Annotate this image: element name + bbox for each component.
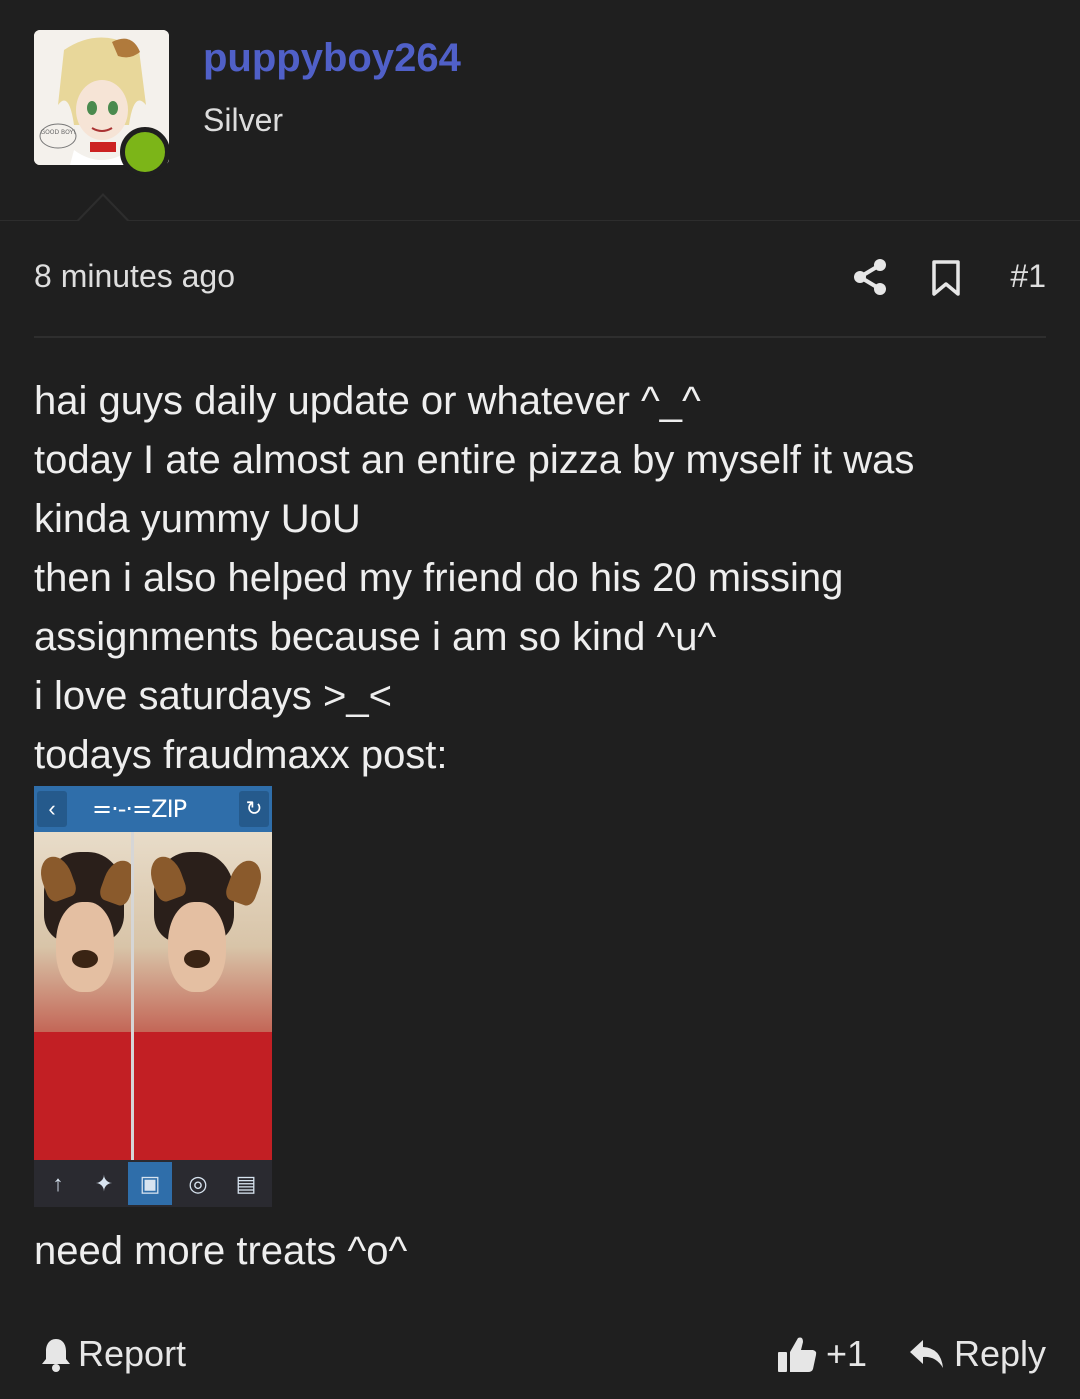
avatar[interactable]: GOOD BOY! (34, 30, 170, 177)
reply-icon (909, 1340, 943, 1368)
post-closing-line: need more treats ^o^ (34, 1229, 408, 1273)
online-status-dot (120, 127, 170, 177)
post-line: todays fraudmaxx post: (34, 733, 448, 777)
share-icon[interactable] (852, 258, 888, 296)
post-line: hai guys daily update or whatever ^_^ (34, 379, 701, 423)
header-pointer-inner (78, 196, 128, 222)
reply-button[interactable]: Reply (908, 1330, 1046, 1378)
attachment-title: =·-·=ZIP (92, 795, 187, 823)
bookmark-icon[interactable] (930, 260, 962, 296)
post-actions: Report +1 Reply (34, 1326, 1046, 1382)
attachment-topbar: ‹ =·-·=ZIP ↻ (34, 786, 272, 832)
attachment-photo (34, 832, 131, 1160)
post-body: hai guys daily update or whatever ^_^ to… (34, 372, 1046, 785)
svg-text:GOOD BOY!: GOOD BOY! (40, 129, 75, 136)
attachment-tabbar: ↑ ✦ ▣ ◎ ▤ (34, 1160, 272, 1207)
like-count: +1 (826, 1333, 868, 1374)
bell-icon (42, 1339, 70, 1372)
post-timestamp[interactable]: 8 minutes ago (34, 258, 235, 295)
search-icon: ◎ (188, 1171, 208, 1196)
thumbs-up-icon (778, 1337, 817, 1372)
meta-divider (34, 336, 1046, 338)
news-icon: ▤ (235, 1171, 257, 1196)
back-arrow-icon: ‹ (37, 791, 67, 827)
post-line: assignments because i am so kind ^u^ (34, 615, 717, 659)
reply-label: Reply (953, 1333, 1046, 1374)
post-line: then i also helped my friend do his 20 m… (34, 556, 844, 600)
post-meta-bar: 8 minutes ago #1 (34, 258, 1046, 298)
refresh-icon: ↻ (239, 791, 269, 827)
user-rank: Silver (203, 102, 284, 138)
post-author-header: GOOD BOY! puppyboy264 Silver (0, 0, 1080, 221)
report-label: Report (78, 1333, 187, 1374)
username-link[interactable]: puppyboy264 (203, 36, 461, 81)
explore-icon: ✦ (94, 1171, 114, 1196)
post-line: today I ate almost an entire pizza by my… (34, 438, 915, 482)
post-number-link[interactable]: #1 (1010, 258, 1046, 295)
camera-icon: ▣ (128, 1162, 172, 1205)
post-line: kinda yummy UoU (34, 497, 361, 541)
home-icon: ↑ (52, 1171, 64, 1196)
post-line: i love saturdays >_< (34, 674, 392, 718)
report-button[interactable]: Report (40, 1330, 186, 1378)
like-button[interactable]: +1 (776, 1330, 867, 1378)
attachment-image[interactable]: ‹ =·-·=ZIP ↻ ↑ ✦ ▣ ◎ ▤ (34, 786, 272, 1207)
attachment-photo (134, 832, 272, 1160)
